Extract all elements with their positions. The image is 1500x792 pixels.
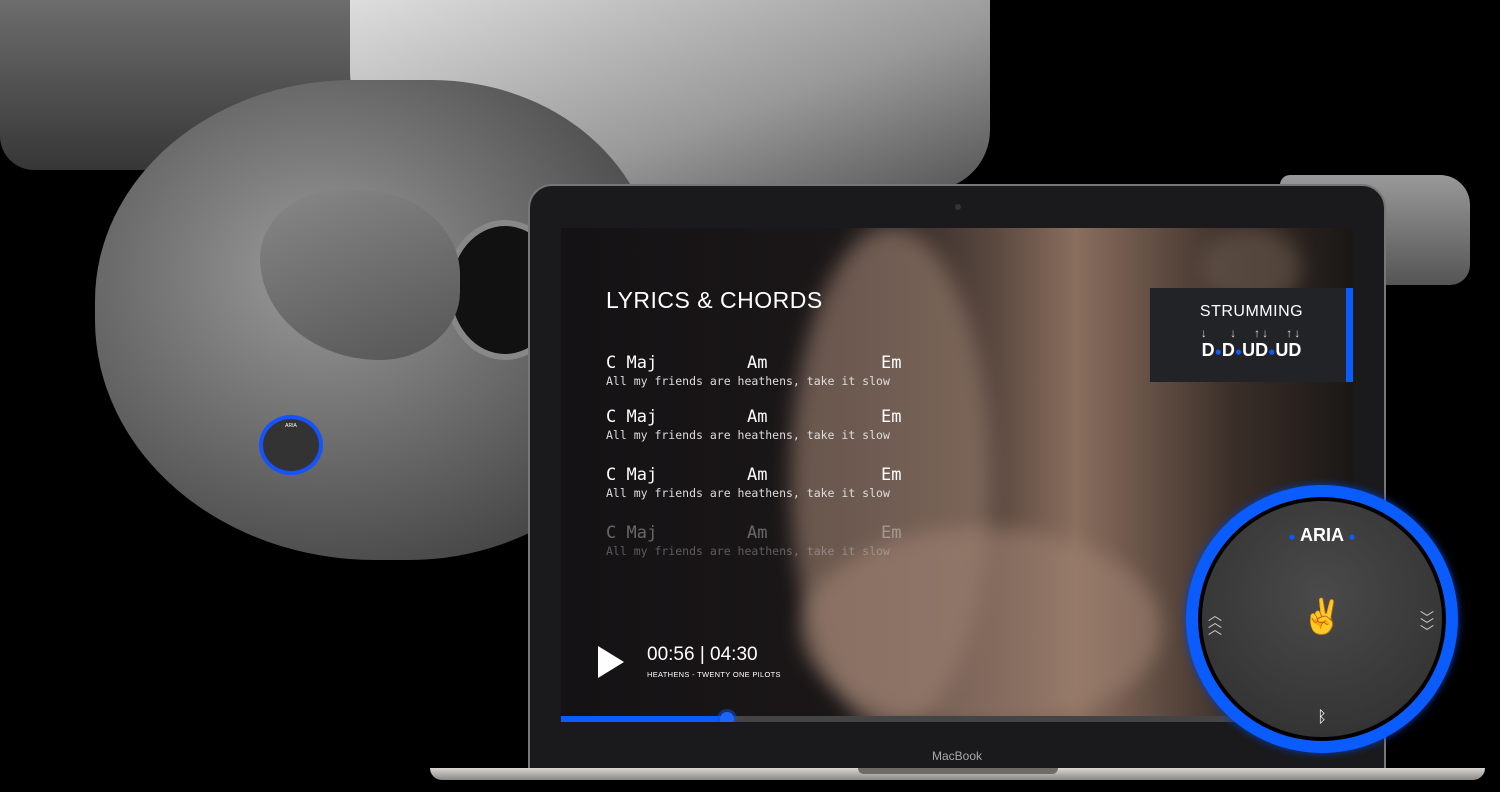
mini-aria-device: ARIA	[259, 415, 323, 475]
chord: Em	[881, 465, 902, 485]
aria-device[interactable]: ● ARIA ● ︿ ︿ ︿ ✌ ﹀ ﹀ ﹀ ᛒ	[1186, 485, 1458, 753]
lyric-text: All my friends are heathens, take it slo…	[606, 428, 890, 442]
chord: Am	[747, 523, 768, 543]
chord: Am	[747, 353, 768, 373]
lyric-text: All my friends are heathens, take it slo…	[606, 544, 890, 558]
lyric-text: All my friends are heathens, take it slo…	[606, 486, 890, 500]
page-title: LYRICS & CHORDS	[606, 287, 823, 313]
chord: Em	[881, 353, 902, 373]
strum-step: UD	[1242, 340, 1269, 360]
webcam	[955, 204, 961, 210]
mini-device-label: ARIA	[285, 423, 297, 429]
aria-label-text: ARIA	[1299, 525, 1344, 545]
strumming-title: STRUMMING	[1199, 303, 1304, 320]
chevron-down-icon[interactable]: ﹀ ﹀ ﹀	[1420, 611, 1434, 639]
lyric-line: C Maj Am Em All my friends are heathens, t…	[606, 353, 901, 388]
strum-step: UD	[1275, 340, 1302, 360]
play-button[interactable]	[598, 646, 624, 678]
two-finger-gesture-icon: ✌	[1301, 598, 1344, 636]
chord: C Maj	[606, 465, 658, 485]
aria-label: ● ARIA ●	[1288, 525, 1356, 545]
strum-step: D	[1201, 340, 1215, 360]
strumming-accent-bar	[1346, 288, 1353, 382]
strum-pattern: D●D●UD●UD	[1201, 340, 1302, 360]
lyric-text: All my friends are heathens, take it slo…	[606, 374, 890, 388]
strum-step: D	[1221, 340, 1235, 360]
chord: Em	[881, 523, 902, 543]
laptop-brand: MacBook	[931, 749, 983, 763]
chord: C Maj	[606, 353, 658, 373]
strum-arrows: ↓ ↓ ↑↓ ↑↓	[1150, 326, 1353, 340]
chord: Am	[747, 407, 768, 427]
chord: Am	[747, 465, 768, 485]
strum-arrow: ↓	[1230, 326, 1239, 340]
chord: C Maj	[606, 407, 658, 427]
chord: Em	[881, 407, 902, 427]
lyric-line: C Maj Am Em All my friends are heathens, t…	[606, 407, 901, 442]
song-title: HEATHENS - TWENTY ONE PILOTS	[647, 670, 781, 679]
strum-arrow: ↑↓	[1254, 326, 1271, 340]
strum-arrow: ↓	[1200, 326, 1209, 340]
chord: C Maj	[606, 523, 658, 543]
bluetooth-icon: ᛒ	[1317, 709, 1327, 726]
strum-arrow: ↑↓	[1286, 326, 1303, 340]
chevron-up-icon[interactable]: ︿ ︿ ︿	[1208, 608, 1222, 636]
progress-handle[interactable]	[720, 712, 735, 722]
lyric-line-upcoming: C Maj Am Em All my friends are heathens, t…	[606, 523, 901, 558]
progress-fill	[561, 716, 728, 722]
time-display: 00:56 | 04:30	[647, 644, 758, 665]
strumming-panel: STRUMMING ↓ ↓ ↑↓ ↑↓ D●D●UD●UD	[1150, 288, 1353, 382]
lyric-line: C Maj Am Em All my friends are heathens, t…	[606, 465, 901, 500]
laptop-notch	[858, 768, 1058, 774]
